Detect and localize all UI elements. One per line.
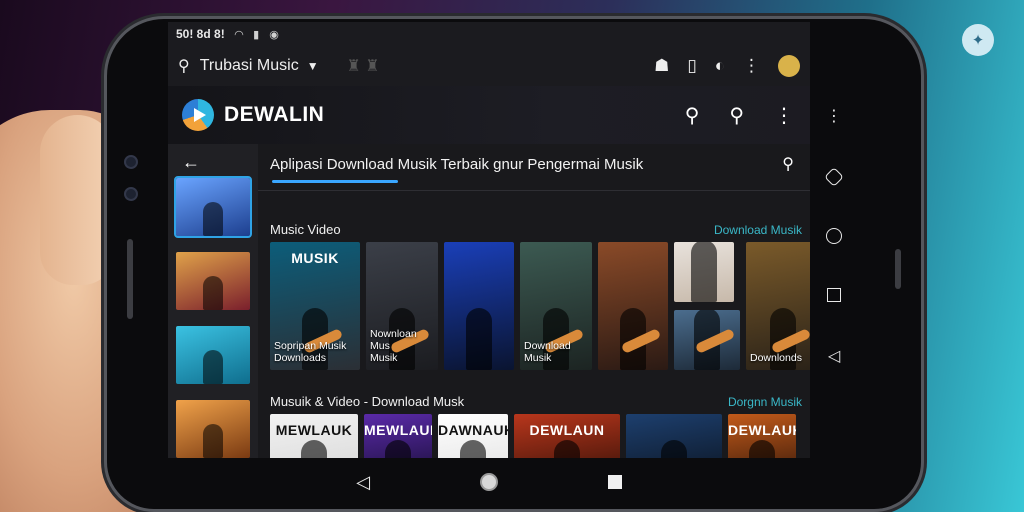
sidebar-thumbnail[interactable] xyxy=(176,400,250,458)
top-bar: ⚲ Trubasi Music ▼ ♜ ♜ ☗ ▯ ◐ ⋮ xyxy=(168,46,810,86)
video-card[interactable] xyxy=(598,242,668,370)
video-card[interactable] xyxy=(674,310,740,370)
hexagon-icon[interactable] xyxy=(824,167,844,187)
back-arrow-icon[interactable]: ← xyxy=(182,152,200,173)
ghost-icon: ♜ ♜ xyxy=(346,58,380,75)
video-card[interactable]: Nownloan Mus Musik xyxy=(366,242,438,370)
camera xyxy=(124,155,138,169)
card-banner: DAWNAUK xyxy=(438,422,508,438)
search-icon[interactable]: ⚲ xyxy=(685,103,700,128)
divider xyxy=(258,190,810,191)
music-card[interactable]: DEWLAUK xyxy=(728,414,796,458)
battery-icon: ◉ xyxy=(269,28,279,41)
music-card[interactable]: MEWLAUK xyxy=(364,414,432,458)
video-row: MUSIK Sopripan Musik Downloads Nownloan Mu… xyxy=(270,242,810,370)
music-card[interactable]: DAWNAUK xyxy=(438,414,508,458)
brand-title: DEWALIN xyxy=(224,103,325,126)
card-label: Downlonds xyxy=(750,352,802,364)
more-icon[interactable]: ⋮ xyxy=(774,103,794,128)
section-title: Music Video xyxy=(270,222,341,237)
title-underline xyxy=(272,180,398,183)
chat-icon[interactable]: ◐ xyxy=(715,56,725,76)
recent-apps-icon[interactable] xyxy=(827,288,841,302)
artist-figure xyxy=(661,440,687,458)
video-card[interactable] xyxy=(444,242,514,370)
artist-figure xyxy=(203,350,223,384)
artist-figure xyxy=(460,440,486,458)
card-banner: MEWLAUK xyxy=(275,422,353,438)
app-bar: DEWALIN ⚲ ⚲ ⋮ xyxy=(168,86,810,144)
page-title: Aplipasi Download Musik Terbaik gnur Pen… xyxy=(270,156,644,173)
card-label: Sopripan Musik Downloads xyxy=(274,340,347,364)
artist-figure xyxy=(203,424,223,458)
card-banner: MEWLAUK xyxy=(364,422,432,438)
music-card[interactable]: MEWLAUK xyxy=(270,414,358,458)
home-icon[interactable] xyxy=(826,228,842,244)
card-banner: MUSIK xyxy=(291,250,339,266)
artist-figure xyxy=(203,276,223,310)
search-icon[interactable]: ⚲ xyxy=(178,56,190,76)
artist-figure xyxy=(301,440,327,458)
artist-figure xyxy=(554,440,580,458)
navigation-bar: ◁ xyxy=(168,462,810,502)
app-bar-actions: ⚲ ⚲ ⋮ xyxy=(685,86,794,144)
card-banner: DEWLAUN xyxy=(529,422,605,438)
video-card[interactable]: Download Musik xyxy=(520,242,592,370)
status-time: 50! 8d 8! xyxy=(176,27,225,41)
sidebar-thumbnail[interactable] xyxy=(176,252,250,310)
back-triangle-icon[interactable]: ◁ xyxy=(828,346,840,366)
music-card[interactable] xyxy=(626,414,722,458)
music-row: MEWLAUK MEWLAUK DAWNAUK DEWLAUN DEWLAUK xyxy=(270,414,796,458)
section-link[interactable]: Dorgnn Musik xyxy=(728,395,802,409)
signal-icon: ▮ xyxy=(253,28,260,41)
more-icon[interactable]: ⋮ xyxy=(826,106,842,126)
notification-icon[interactable]: ☗ xyxy=(654,56,669,76)
video-card[interactable]: MUSIK Sopripan Musik Downloads xyxy=(270,242,360,370)
card-banner: DEWLAUK xyxy=(728,422,796,438)
more-icon[interactable]: ⋮ xyxy=(743,56,760,76)
avatar[interactable] xyxy=(778,55,800,77)
screen: 50! 8d 8! ◠ ▮ ◉ ⚲ Trubasi Music ▼ ♜ ♜ ☗ … xyxy=(168,22,810,458)
sidebar-thumbnail[interactable] xyxy=(176,326,250,384)
side-button xyxy=(895,249,901,289)
camera xyxy=(124,187,138,201)
section-link[interactable]: Download Musik xyxy=(714,223,802,237)
home-button[interactable] xyxy=(479,473,498,491)
recent-apps-button[interactable] xyxy=(607,475,622,489)
assistant-icon[interactable]: ✦ xyxy=(962,24,994,56)
wifi-icon: ◠ xyxy=(234,28,244,41)
artist-figure xyxy=(385,440,411,458)
status-bar: 50! 8d 8! ◠ ▮ ◉ xyxy=(168,22,810,46)
search-icon[interactable]: ⚲ xyxy=(782,154,794,174)
video-card[interactable] xyxy=(674,242,734,302)
top-bar-actions: ☗ ▯ ◐ ⋮ xyxy=(654,46,800,86)
phone-icon[interactable]: ▯ xyxy=(687,56,696,76)
main-content: Aplipasi Download Musik Terbaik gnur Pen… xyxy=(258,144,810,458)
artist-figure xyxy=(203,202,223,236)
sidebar: ← xyxy=(168,144,258,458)
card-label: Nownloan Mus Musik xyxy=(370,328,417,364)
top-bar-title[interactable]: Trubasi Music xyxy=(200,57,299,75)
section-title: Musuik & Video - Download Musk xyxy=(270,394,465,409)
side-button xyxy=(127,239,133,319)
chevron-down-icon[interactable]: ▼ xyxy=(307,59,319,73)
right-rail: ⋮ ◁ xyxy=(812,84,856,458)
artist-figure xyxy=(466,308,492,370)
search-icon[interactable]: ⚲ xyxy=(729,103,744,128)
sidebar-thumbnail[interactable] xyxy=(174,176,252,238)
music-card[interactable]: DEWLAUN xyxy=(514,414,620,458)
artist-figure xyxy=(691,242,717,302)
sidebar-thumbnails xyxy=(174,176,252,458)
back-triangle-icon[interactable]: ◁ xyxy=(356,472,370,493)
artist-figure xyxy=(749,440,775,458)
card-label: Download Musik xyxy=(524,340,571,364)
video-card[interactable]: Downlonds xyxy=(746,242,810,370)
logo xyxy=(182,99,214,131)
